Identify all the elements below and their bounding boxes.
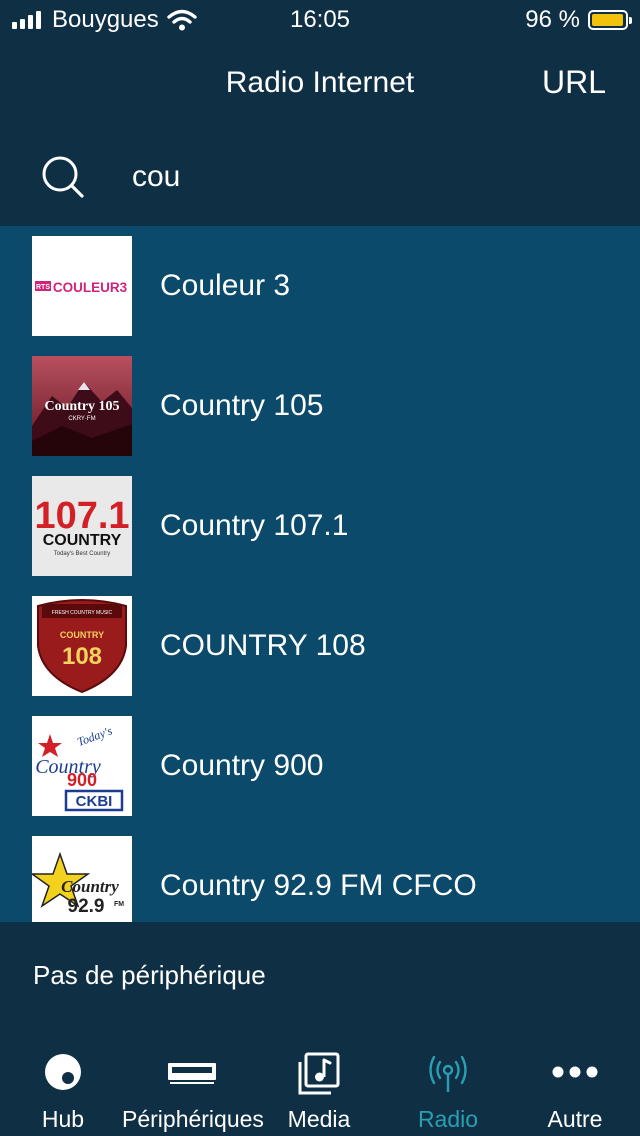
logo-word: COUNTRY bbox=[60, 630, 104, 640]
list-item[interactable]: RTS COULEUR3 Couleur 3 bbox=[0, 226, 640, 346]
status-left: Bouygues bbox=[12, 0, 197, 40]
tab-media[interactable]: Media bbox=[269, 1028, 369, 1136]
tab-hub[interactable]: Hub bbox=[13, 1028, 113, 1136]
status-right: 96 % bbox=[525, 0, 632, 40]
list-item[interactable]: Country 105 CKRY·FM Country 105 bbox=[0, 346, 640, 466]
logo-sub-text: FRESH COUNTRY MUSIC bbox=[52, 610, 113, 616]
logo-sub-text: RTS bbox=[36, 284, 50, 291]
station-name: Couleur 3 bbox=[160, 269, 291, 302]
list-item[interactable]: Country 92.9 FM Country 92.9 FM CFCO bbox=[0, 826, 640, 922]
tab-label: Hub bbox=[41, 1106, 85, 1132]
tab-label: Radio bbox=[417, 1106, 479, 1132]
nav-bar: Radio Internet URL bbox=[0, 40, 640, 130]
radio-icon bbox=[429, 1055, 467, 1092]
tab-peripheriques[interactable]: Périphériques bbox=[122, 1028, 264, 1136]
logo-text: 92.9 bbox=[68, 896, 105, 917]
logo-sub-text: CKBI bbox=[76, 793, 113, 810]
station-logo: Today's Country 900 CKBI bbox=[32, 716, 132, 816]
tab-label: Media bbox=[287, 1106, 351, 1132]
signal-icon bbox=[12, 11, 44, 29]
list-item[interactable]: FRESH COUNTRY MUSIC COUNTRY 108 COUNTRY … bbox=[0, 586, 640, 706]
url-button[interactable]: URL bbox=[542, 64, 606, 101]
logo-text: 900 bbox=[67, 770, 97, 790]
tab-label: Périphériques bbox=[122, 1106, 264, 1132]
station-logo: Country 105 CKRY·FM bbox=[32, 356, 132, 456]
logo-sub-text: FM bbox=[114, 901, 124, 908]
station-name: COUNTRY 108 bbox=[160, 629, 366, 662]
carrier-name: Bouygues bbox=[52, 6, 159, 33]
station-logo: FRESH COUNTRY MUSIC COUNTRY 108 bbox=[32, 596, 132, 696]
logo-text: 108 bbox=[62, 643, 102, 670]
wifi-icon bbox=[167, 9, 197, 31]
logo-top-text: Today's bbox=[75, 723, 114, 749]
search-bar bbox=[0, 130, 640, 226]
search-icon[interactable] bbox=[40, 154, 86, 200]
tab-autre[interactable]: Autre bbox=[525, 1028, 625, 1136]
list-item[interactable]: Today's Country 900 CKBI Country 900 bbox=[0, 706, 640, 826]
device-status-bar[interactable]: Pas de périphérique bbox=[0, 922, 640, 1028]
station-logo: Country 92.9 FM bbox=[32, 836, 132, 922]
tab-bar: Hub Périphériques Media Radio Autre bbox=[0, 1028, 640, 1136]
results-list: RTS COULEUR3 Couleur 3 Country 105 CKRY·… bbox=[0, 226, 640, 922]
station-name: Country 900 bbox=[160, 749, 324, 782]
list-item[interactable]: 107.1 COUNTRY Today's Best Country Count… bbox=[0, 466, 640, 586]
battery-icon bbox=[588, 10, 632, 30]
hub-icon bbox=[45, 1054, 81, 1090]
battery-percent: 96 % bbox=[525, 6, 580, 33]
logo-word: Country bbox=[61, 877, 119, 896]
devices-icon bbox=[168, 1063, 216, 1084]
logo-sub-text: Today's Best Country bbox=[54, 551, 111, 557]
tab-radio[interactable]: Radio bbox=[398, 1028, 498, 1136]
search-input[interactable] bbox=[132, 152, 592, 202]
logo-word: COUNTRY bbox=[43, 532, 122, 549]
station-logo: 107.1 COUNTRY Today's Best Country bbox=[32, 476, 132, 576]
tab-label: Autre bbox=[547, 1106, 603, 1132]
logo-text: COULEUR3 bbox=[53, 280, 128, 295]
status-bar: Bouygues 16:05 96 % bbox=[0, 0, 640, 40]
logo-text: 107.1 bbox=[34, 495, 129, 537]
battery-fill bbox=[592, 14, 623, 26]
station-name: Country 107.1 bbox=[160, 509, 349, 542]
device-status-text: Pas de périphérique bbox=[33, 960, 266, 990]
station-name: Country 105 bbox=[160, 389, 324, 422]
media-icon bbox=[298, 1052, 340, 1095]
logo-sub-text: CKRY·FM bbox=[68, 416, 95, 422]
more-icon bbox=[552, 1066, 598, 1078]
station-name: Country 92.9 FM CFCO bbox=[160, 869, 477, 902]
station-logo: RTS COULEUR3 bbox=[32, 236, 132, 336]
logo-text: Country 105 bbox=[44, 399, 119, 414]
